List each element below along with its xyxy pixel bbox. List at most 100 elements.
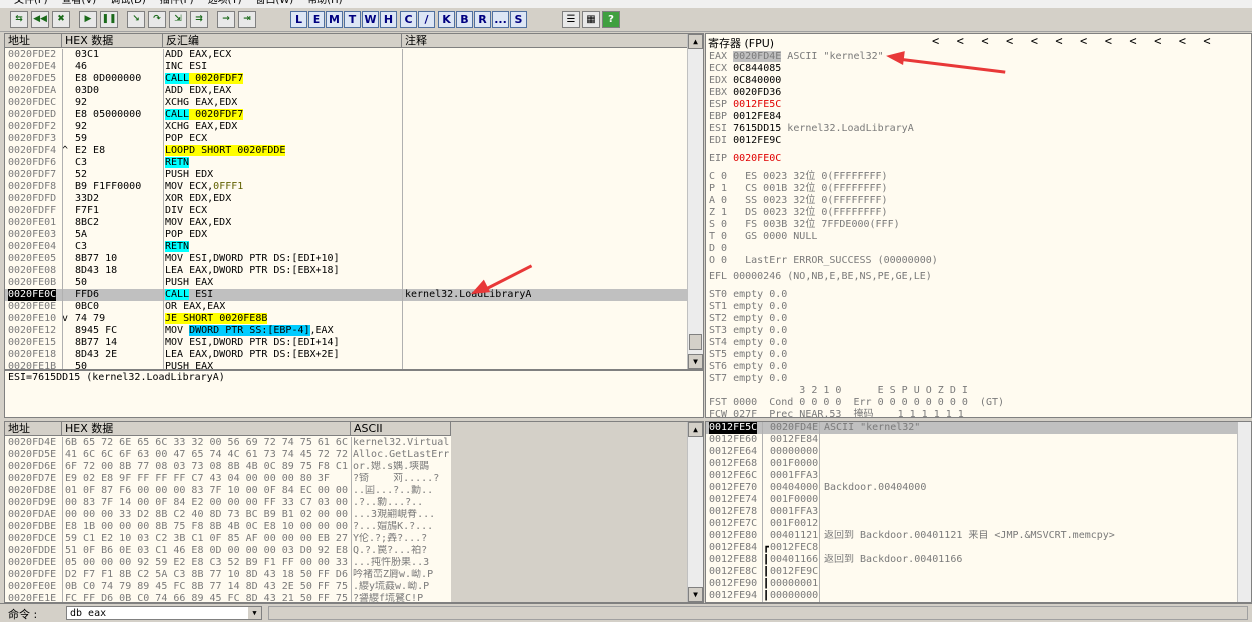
disasm-row[interactable]: 0020FDE4 46 INC ESI — [5, 61, 689, 73]
disasm-row[interactable]: 0020FE10 v 74 79 JE SHORT 0020FE8B — [5, 313, 689, 325]
menu-item[interactable]: 选项(T) — [208, 0, 242, 6]
menu-item[interactable]: 查看(V) — [62, 0, 97, 6]
disasm-row[interactable]: 0020FDF4 ^ E2 E8 LOOPD SHORT 0020FDDE — [5, 145, 689, 157]
dump-row[interactable]: 0020FDAE 00 00 00 33 D2 8B C2 40 8D 73 BC… — [5, 509, 451, 521]
stack-row[interactable]: 0012FE78 0001FFA3 — [706, 506, 1237, 518]
flag-line[interactable]: S 0 FS 003B 32位 7FFDE000(FFF) — [709, 219, 900, 231]
toolbar-button-11[interactable]: ... — [492, 11, 509, 28]
flag-line[interactable]: D 0 — [709, 243, 727, 255]
disasm-row[interactable]: 0020FE0C FFD6 CALL ESI kernel32.LoadLibrary… — [5, 289, 689, 301]
menu-item[interactable]: 窗口(W) — [256, 0, 294, 6]
disasm-row[interactable]: 0020FDFD 33D2 XOR EDX,EDX — [5, 193, 689, 205]
disasm-row[interactable]: 0020FE01 8BC2 MOV EAX,EDX — [5, 217, 689, 229]
menu-item[interactable]: 帮助(H) — [307, 0, 342, 6]
toolbar-button-5[interactable]: H — [380, 11, 397, 28]
disassembly-pane[interactable]: 地址 HEX 数据 反汇编 注释 0020FDE2 03C1 ADD EAX,ECX… — [4, 33, 704, 370]
stack-row[interactable]: ┃ 0012FE94 00000000 — [706, 590, 1237, 602]
stack-row[interactable]: 0012FE68 001F0000 — [706, 458, 1237, 470]
open-icon[interactable]: ⇆ — [10, 11, 28, 28]
toolbar-button-6[interactable]: C — [400, 11, 417, 28]
disasm-row[interactable]: 0020FE12 8945 FC MOV DWORD PTR SS:[EBP-4],… — [5, 325, 689, 337]
scroll-up-icon[interactable]: ▲ — [688, 34, 703, 49]
run-icon[interactable]: ▶ — [79, 11, 97, 28]
flag-line[interactable]: A 0 SS 0023 32位 0(FFFFFFFF) — [709, 195, 888, 207]
toolbar-button-3[interactable]: T — [344, 11, 361, 28]
fpu-register[interactable]: ST6 empty 0.0 — [709, 361, 787, 373]
toolbar-button-10[interactable]: R — [474, 11, 491, 28]
register-eax[interactable]: EAX 0020FD4E ASCII "kernel32" — [709, 51, 884, 63]
dump-row[interactable]: 0020FD6E 6F 72 00 8B 77 08 03 73 08 8B 4B… — [5, 461, 451, 473]
step-into-icon[interactable]: ↘ — [127, 11, 145, 28]
fpu-register[interactable]: ST5 empty 0.0 — [709, 349, 787, 361]
register-edx[interactable]: EDX 0C840000 — [709, 75, 787, 87]
dump-scrollbar[interactable]: ▲ ▼ — [687, 422, 703, 602]
fpu-register[interactable]: ST7 empty 0.0 — [709, 373, 787, 385]
dump-row[interactable]: 0020FDEE 05 00 00 00 92 59 E2 E8 C3 52 B9… — [5, 557, 451, 569]
disasm-row[interactable]: 0020FDF8 B9 F1FF0000 MOV ECX,0FFF1 — [5, 181, 689, 193]
col-header-comment[interactable]: 注释 — [402, 34, 689, 48]
dump-row[interactable]: 0020FD8E 01 0F 87 F6 00 00 00 83 7F 10 00… — [5, 485, 451, 497]
stack-row[interactable]: 0012FE7C 001F0012 — [706, 518, 1237, 530]
trace-into-icon[interactable]: ⇲ — [169, 11, 187, 28]
dump-row[interactable]: 0020FE1E FC FF D6 0B C0 74 66 89 45 FC 8D… — [5, 593, 451, 602]
dump-row[interactable]: 0020FDDE 51 0F B6 0E 03 C1 46 E8 0D 00 00… — [5, 545, 451, 557]
close-icon[interactable]: ✖ — [52, 11, 70, 28]
register-edi[interactable]: EDI 0012FE9C — [709, 135, 787, 147]
disasm-row[interactable]: 0020FDF6 C3 RETN — [5, 157, 689, 169]
scroll-down-icon[interactable]: ▼ — [688, 354, 703, 369]
menu-item[interactable]: 文件(F) — [14, 0, 48, 6]
dump-row[interactable]: 0020FD5E 41 6C 6C 6F 63 00 47 65 74 4C 61… — [5, 449, 451, 461]
register-esp[interactable]: ESP 0012FE5C — [709, 99, 787, 111]
dump-header-ascii[interactable]: ASCII — [351, 422, 451, 436]
dump-row[interactable]: 0020FD9E 00 83 7F 14 00 0F 84 E2 00 00 00… — [5, 497, 451, 509]
stack-row[interactable]: 0012FE74 001F0000 — [706, 494, 1237, 506]
disasm-row[interactable]: 0020FE0B 50 PUSH EAX — [5, 277, 689, 289]
flag-line[interactable]: O 0 LastErr ERROR_SUCCESS (00000000) — [709, 255, 938, 267]
disasm-row[interactable]: 0020FE1B 50 PUSH EAX — [5, 361, 689, 369]
stack-row[interactable]: ┃ 0012FE8C 0012FE9C — [706, 566, 1237, 578]
registers-pane[interactable]: 寄存器 (FPU) < < < < < < < < < < < < EAX 00… — [705, 33, 1252, 418]
scroll-thumb[interactable] — [689, 334, 702, 350]
dump-header-address[interactable]: 地址 — [5, 422, 62, 436]
dump-row[interactable]: 0020FD7E E9 02 E8 9F FF FF FF C7 43 04 00… — [5, 473, 451, 485]
disasm-row[interactable]: 0020FE04 C3 RETN — [5, 241, 689, 253]
dump-row[interactable]: 0020FE0E 0B C0 74 79 89 45 FC 8B 77 14 8D… — [5, 581, 451, 593]
menu-item[interactable]: 插件(P) — [160, 0, 194, 6]
disasm-row[interactable]: 0020FDE5 E8 0D000000 CALL 0020FDF7 — [5, 73, 689, 85]
disasm-row[interactable]: 0020FE08 8D43 18 LEA EAX,DWORD PTR DS:[EBX… — [5, 265, 689, 277]
disasm-row[interactable]: 0020FE05 8B77 10 MOV ESI,DWORD PTR DS:[EDI… — [5, 253, 689, 265]
register-ebx[interactable]: EBX 0020FD36 — [709, 87, 787, 99]
col-header-address[interactable]: 地址 — [5, 34, 62, 48]
command-dropdown-icon[interactable]: ▼ — [248, 607, 261, 619]
toolbar-button-9[interactable]: B — [456, 11, 473, 28]
stack-pane[interactable]: 0012FE5C 0020FD4E ASCII "kernel32" 0012FE60… — [705, 421, 1252, 603]
disasm-row[interactable]: 0020FE15 8B77 14 MOV ESI,DWORD PTR DS:[EDI… — [5, 337, 689, 349]
fpu-register[interactable]: ST3 empty 0.0 — [709, 325, 787, 337]
dump-row[interactable]: 0020FDBE E8 1B 00 00 00 8B 75 F8 8B 4B 0C… — [5, 521, 451, 533]
stack-row[interactable]: 0012FE80 00401121 返回到 Backdoor.00401121 来自… — [706, 530, 1237, 542]
stack-row[interactable]: ┃ 0012FE88 00401166 返回到 Backdoor.00401166 — [706, 554, 1237, 566]
step-over-icon[interactable]: ↷ — [148, 11, 166, 28]
toolbar-button-7[interactable]: / — [418, 11, 435, 28]
dump-row[interactable]: 0020FDFE D2 F7 F1 8B C2 5A C3 8B 77 10 8D… — [5, 569, 451, 581]
fpu-register[interactable]: ST4 empty 0.0 — [709, 337, 787, 349]
stack-row[interactable]: 0012FE60 0012FE84 — [706, 434, 1237, 446]
disasm-row[interactable]: 0020FE18 8D43 2E LEA EAX,DWORD PTR DS:[EBX… — [5, 349, 689, 361]
disasm-row[interactable]: 0020FDE2 03C1 ADD EAX,ECX — [5, 49, 689, 61]
disasm-row[interactable]: 0020FE03 5A POP EDX — [5, 229, 689, 241]
list-icon[interactable]: ☰ — [562, 11, 580, 28]
stack-row[interactable]: 0012FE6C 0001FFA3 — [706, 470, 1237, 482]
register-esi[interactable]: ESI 7615DD15 kernel32.LoadLibraryA — [709, 123, 914, 135]
toolbar-button-0[interactable]: L — [290, 11, 307, 28]
disasm-row[interactable]: 0020FDF3 59 POP ECX — [5, 133, 689, 145]
fpu-register[interactable]: ST1 empty 0.0 — [709, 301, 787, 313]
stack-scrollbar[interactable] — [1237, 422, 1251, 602]
dump-scroll-up-icon[interactable]: ▲ — [688, 422, 703, 437]
pause-icon[interactable]: ❚❚ — [100, 11, 118, 28]
stack-row[interactable]: ┏ 0012FE84 0012FEC8 — [706, 542, 1237, 554]
disasm-row[interactable]: 0020FDF7 52 PUSH EDX — [5, 169, 689, 181]
flag-line[interactable]: C 0 ES 0023 32位 0(FFFFFFFF) — [709, 171, 888, 183]
dump-row[interactable]: 0020FDCE 59 C1 E2 10 03 C2 3B C1 0F 85 AF… — [5, 533, 451, 545]
toolbar-button-8[interactable]: K — [438, 11, 455, 28]
toolbar-button-12[interactable]: S — [510, 11, 527, 28]
